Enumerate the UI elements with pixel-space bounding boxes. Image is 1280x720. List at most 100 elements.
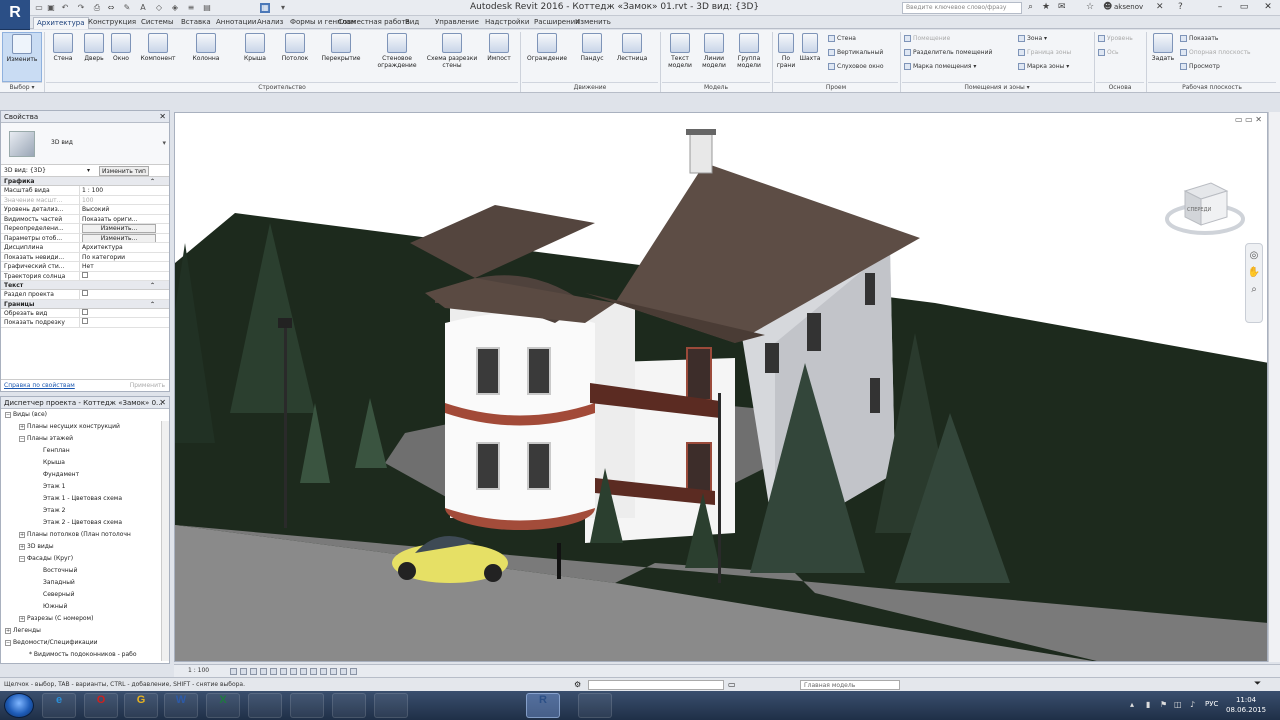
lock-view-icon[interactable]	[300, 668, 307, 675]
room_small-item-1[interactable]: Разделитель помещений	[904, 48, 992, 57]
close-icon[interactable]: ✕	[159, 397, 166, 409]
build-button-1[interactable]: Дверь	[82, 32, 106, 80]
pan-icon[interactable]: ✋	[1246, 267, 1262, 278]
editable-only-icon[interactable]: ▭	[728, 680, 736, 689]
property-value[interactable]: 1 : 100	[79, 186, 159, 195]
excel-icon[interactable]: X	[206, 693, 240, 718]
checkbox[interactable]	[82, 290, 88, 296]
property-row[interactable]: Траектория солнца	[1, 271, 169, 281]
property-row[interactable]: Видимость частей Показать ориги...	[1, 214, 169, 224]
tab-5[interactable]: Анализ	[254, 17, 286, 29]
language-indicator[interactable]: РУС	[1205, 700, 1218, 708]
print-icon[interactable]: ⎙	[92, 3, 102, 13]
tab-2[interactable]: Системы	[138, 17, 176, 29]
property-value[interactable]: Высокий	[79, 205, 159, 214]
expand-icon[interactable]: +	[19, 531, 25, 538]
build-button-10[interactable]: Импост	[482, 32, 516, 80]
opening_small-item-2[interactable]: Слуховое окно	[828, 62, 884, 71]
qat-dropdown-icon[interactable]: ▾	[278, 3, 288, 13]
property-value[interactable]: Показать ориги...	[79, 214, 159, 224]
chevron-down-icon[interactable]: ▾	[162, 139, 166, 147]
build-button-9[interactable]: Схема разрезки стены	[424, 32, 480, 80]
property-row[interactable]: Переопределени... Изменить...	[1, 224, 169, 234]
model-button-1[interactable]: Линии модели	[698, 32, 730, 80]
property-row[interactable]: Параметры отоб... Изменить...	[1, 233, 169, 243]
property-row[interactable]: Масштаб вида 1 : 100	[1, 186, 169, 196]
circulation-button-1[interactable]: Пандус	[576, 32, 608, 80]
room-area-panel-label[interactable]: Помещения и зоны ▾	[902, 82, 1092, 92]
close-button[interactable]: ✕	[1256, 0, 1280, 16]
collapse-icon[interactable]: −	[5, 411, 11, 418]
3d-viewport[interactable]: ▭ ▭ ✕ СПЕРЕДИ ◎ ✋ ⌕	[174, 112, 1268, 662]
build-button-8[interactable]: Стеновое ограждение	[374, 32, 420, 80]
room_small-item-0[interactable]: Помещение	[904, 34, 950, 43]
browser-item[interactable]: Генплан	[1, 445, 169, 457]
properties-help-link[interactable]: Справка по свойствам	[4, 380, 75, 392]
property-value[interactable]	[79, 318, 159, 327]
opening_small-item-0[interactable]: Стена	[828, 34, 856, 43]
property-value[interactable]: По категории	[79, 252, 159, 262]
expand-icon[interactable]: +	[19, 423, 25, 430]
search-icon[interactable]: ⌕	[1028, 2, 1033, 12]
expand-icon[interactable]: +	[5, 627, 11, 634]
start-button[interactable]	[4, 693, 34, 718]
open-icon[interactable]: ▭	[34, 3, 44, 13]
browser-item[interactable]: Восточный	[1, 565, 169, 577]
media-icon[interactable]	[332, 693, 366, 718]
expand-icon[interactable]: +	[19, 543, 25, 550]
property-row[interactable]: Уровень детализ... Высокий	[1, 205, 169, 215]
build-button-2[interactable]: Окно	[108, 32, 134, 80]
reveal-constraints-icon[interactable]	[350, 668, 357, 675]
opening-button-0[interactable]: По грани	[776, 32, 796, 80]
chevron-down-icon[interactable]: ▾	[87, 165, 90, 177]
build-button-7[interactable]: Перекрытие	[316, 32, 366, 80]
network-status-icon[interactable]: ◫	[1174, 700, 1183, 709]
favorites-icon[interactable]: ☆	[1086, 2, 1094, 12]
circulation-button-0[interactable]: Ограждение	[524, 32, 570, 80]
checkbox[interactable]	[82, 308, 88, 315]
clock[interactable]: 11:04 08.06.2015	[1226, 695, 1266, 715]
measure-icon[interactable]: ⇔	[106, 3, 116, 13]
tab-4[interactable]: Аннотации	[213, 17, 259, 29]
navigation-bar[interactable]: ◎ ✋ ⌕	[1245, 243, 1263, 323]
build-button-0[interactable]: Стена	[48, 32, 78, 80]
group-text[interactable]: Текст ⌃	[1, 281, 169, 290]
search-input[interactable]: Введите ключевое слово/фразу	[902, 2, 1022, 14]
property-row[interactable]: Значение масшт... 100	[1, 195, 169, 205]
chrome-icon[interactable]: G	[124, 693, 158, 718]
revit-logo[interactable]: R	[0, 0, 30, 32]
explorer-icon[interactable]	[248, 693, 282, 718]
area_small-item-0[interactable]: Зона ▾	[1018, 34, 1047, 43]
snowflake-icon[interactable]	[578, 693, 612, 718]
browser-item[interactable]: Этаж 2	[1, 505, 169, 517]
design-option-field[interactable]: Главная модель	[800, 680, 900, 690]
undo-icon[interactable]: ↶	[60, 3, 70, 13]
collapse-icon[interactable]: −	[5, 639, 11, 646]
thin-lines-icon[interactable]: ≡	[186, 3, 196, 13]
opening_small-item-1[interactable]: Вертикальный	[828, 48, 883, 57]
tab-1[interactable]: Конструкция	[85, 17, 139, 29]
paint-icon[interactable]	[290, 693, 324, 718]
highlight-displacement-icon[interactable]	[340, 668, 347, 675]
property-value[interactable]: Архитектура	[79, 243, 159, 252]
datum_small-item-1[interactable]: Ось	[1098, 48, 1119, 57]
browser-item[interactable]: Этаж 1	[1, 481, 169, 493]
browser-scrollbar[interactable]	[161, 421, 169, 661]
tray-arrow-icon[interactable]: ▴	[1130, 700, 1139, 709]
instance-filter[interactable]: 3D вид: {3D} ▾ Изменить тип	[1, 165, 169, 177]
browser-item[interactable]: Этаж 2 - Цветовая схема	[1, 517, 169, 529]
viewcube[interactable]: СПЕРЕДИ	[1165, 169, 1245, 239]
build-button-4[interactable]: Колонна	[186, 32, 226, 80]
exchange-icon[interactable]: ✕	[1156, 2, 1164, 12]
edit-button[interactable]: Изменить...	[82, 224, 156, 233]
user-name[interactable]: aksenov	[1114, 3, 1143, 11]
zoom-icon[interactable]: ⌕	[1246, 284, 1262, 295]
visual-style-icon[interactable]	[240, 668, 247, 675]
property-value[interactable]	[79, 308, 159, 318]
section-icon[interactable]: ◈	[170, 3, 180, 13]
datum_small-item-0[interactable]: Уровень	[1098, 34, 1133, 43]
browser-item[interactable]: + Планы потолков (План потолочн	[1, 529, 169, 541]
workplane_small-item-2[interactable]: Просмотр	[1180, 62, 1220, 71]
text-icon[interactable]: A	[138, 3, 148, 13]
show-crop-icon[interactable]	[290, 668, 297, 675]
